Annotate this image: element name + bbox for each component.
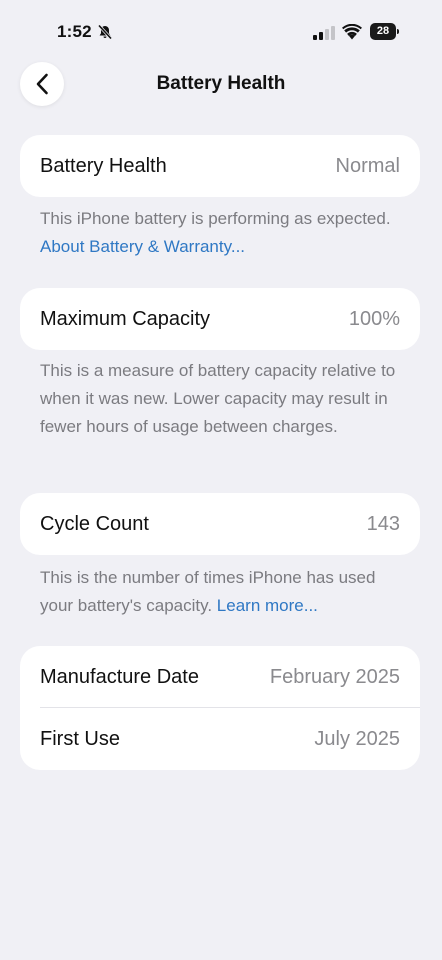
status-time: 1:52 [57,22,92,41]
battery-health-value: Normal [335,154,400,177]
maximum-capacity-row: Maximum Capacity 100% [20,288,420,350]
cycle-count-label: Cycle Count [40,512,149,535]
battery-health-footnote: This iPhone battery is performing as exp… [40,205,410,261]
battery-health-label: Battery Health [40,154,167,177]
wifi-icon [342,24,362,40]
first-use-row: First Use July 2025 [20,708,420,770]
battery-nub [397,29,399,34]
about-battery-warranty-link[interactable]: About Battery & Warranty... [40,237,245,256]
battery-health-card: Battery Health Normal [20,135,420,197]
battery-health-footnote-text: This iPhone battery is performing as exp… [40,209,391,228]
battery-health-row: Battery Health Normal [20,135,420,197]
battery-level: 28 [376,25,390,37]
maximum-capacity-label: Maximum Capacity [40,307,211,330]
maximum-capacity-value: 100% [348,307,400,330]
manufacture-date-row: Manufacture Date February 2025 [20,646,420,708]
learn-more-link[interactable]: Learn more... [217,596,318,615]
cycle-count-footnote-text: This is the number of times iPhone has u… [40,568,376,615]
bell-slash-icon [97,24,113,40]
first-use-label: First Use [40,727,120,750]
dates-card: Manufacture Date February 2025 First Use… [20,646,420,770]
cycle-count-footnote: This is the number of times iPhone has u… [40,564,410,620]
cycle-count-row: Cycle Count 143 [20,493,420,555]
first-use-value: July 2025 [314,727,400,750]
cycle-count-card: Cycle Count 143 [20,493,420,555]
page-title: Battery Health [156,73,286,94]
maximum-capacity-card: Maximum Capacity 100% [20,288,420,350]
status-bar: 1:52 28 [0,0,442,60]
maximum-capacity-footnote: This is a measure of battery capacity re… [40,361,396,436]
battery-icon: 28 [370,23,396,40]
cycle-count-value: 143 [366,512,400,535]
manufacture-date-label: Manufacture Date [40,665,199,688]
cellular-signal-icon [313,26,335,40]
manufacture-date-value: February 2025 [269,665,400,688]
